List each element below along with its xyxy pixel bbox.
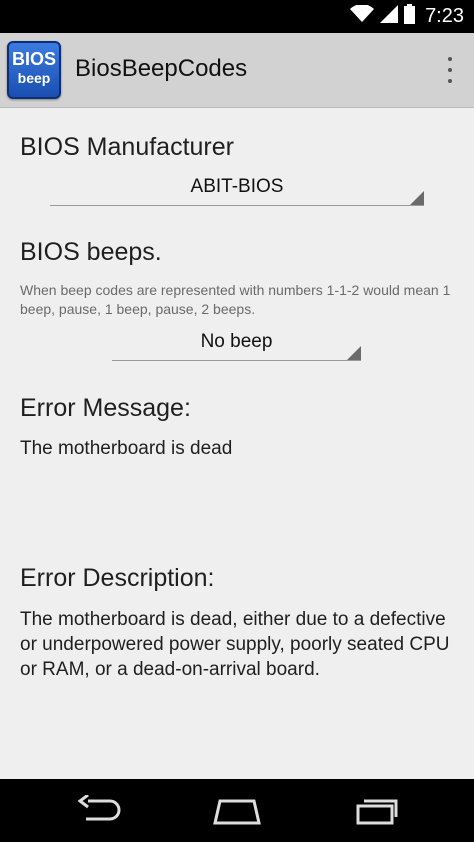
manufacturer-spinner[interactable]: ABIT-BIOS xyxy=(50,171,424,206)
status-time: 7:23 xyxy=(425,5,464,27)
manufacturer-selected: ABIT-BIOS xyxy=(190,176,284,197)
beeps-label: BIOS beeps. xyxy=(20,238,162,266)
battery-icon xyxy=(404,4,416,29)
overflow-menu-icon[interactable] xyxy=(444,57,456,83)
beeps-selected: No beep xyxy=(200,331,273,352)
dropdown-arrow-icon xyxy=(347,346,361,360)
error-description-label: Error Description: xyxy=(20,564,215,592)
beeps-help-text: When beep codes are represented with num… xyxy=(20,282,451,317)
beeps-spinner[interactable]: No beep xyxy=(112,326,361,361)
error-description-text: The motherboard is dead, either due to a… xyxy=(20,609,450,680)
menu-dot xyxy=(448,68,452,72)
signal-icon xyxy=(380,5,399,28)
status-bar: 7:23 xyxy=(0,0,474,33)
status-icons: 7:23 xyxy=(350,0,464,33)
dropdown-arrow-icon xyxy=(410,191,424,205)
navigation-bar xyxy=(0,779,474,842)
app-icon[interactable]: BIOS beep xyxy=(7,41,61,99)
error-message-label: Error Message: xyxy=(20,394,191,422)
action-bar: BIOS beep BiosBeepCodes xyxy=(0,33,474,108)
app-icon-text-beep: beep xyxy=(17,70,51,86)
manufacturer-label: BIOS Manufacturer xyxy=(20,133,234,161)
menu-dot xyxy=(448,79,452,83)
error-message-text: The motherboard is dead xyxy=(20,438,233,459)
home-icon[interactable] xyxy=(212,795,262,830)
back-icon[interactable] xyxy=(76,793,122,830)
menu-dot xyxy=(448,57,452,61)
app-title: BiosBeepCodes xyxy=(75,55,248,82)
wifi-icon xyxy=(350,4,375,28)
recents-icon[interactable] xyxy=(355,795,399,830)
app-icon-text-bios: BIOS xyxy=(11,49,56,69)
